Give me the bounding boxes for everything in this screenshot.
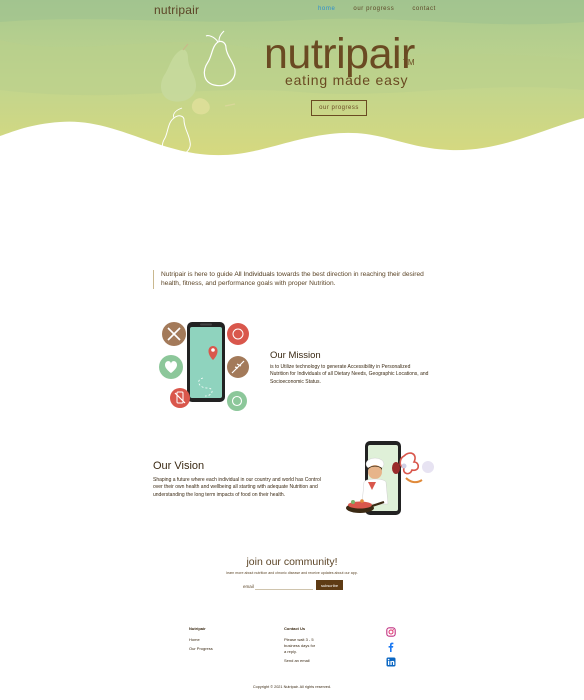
nav-our-progress[interactable]: our progress bbox=[353, 6, 394, 12]
hero-tagline: eating made easy bbox=[285, 72, 409, 88]
trademark-symbol: TM bbox=[403, 58, 415, 67]
linkedin-icon[interactable] bbox=[386, 657, 396, 667]
instagram-icon[interactable] bbox=[386, 627, 396, 637]
email-label: email bbox=[243, 584, 254, 589]
intro-statement: Nutripair is here to guide All Individua… bbox=[153, 270, 431, 289]
footer-contact-note-line-3: a reply. bbox=[284, 649, 297, 654]
facebook-icon[interactable] bbox=[386, 642, 396, 652]
brain-icon bbox=[227, 323, 249, 345]
chef-phone-illustration bbox=[346, 441, 434, 515]
vision-title: Our Vision bbox=[153, 460, 205, 472]
footer-send-email-link[interactable]: Send an email bbox=[284, 658, 310, 664]
footer-contact-note-line-2: business days for bbox=[284, 643, 316, 648]
nav-home[interactable]: home bbox=[318, 6, 335, 12]
refresh-icon bbox=[227, 391, 247, 411]
join-community-title: join our community! bbox=[246, 556, 338, 568]
intro-text-start: Nutripair is here to guide bbox=[161, 271, 235, 278]
subscribe-button[interactable]: subscribe bbox=[316, 580, 343, 590]
mission-illustration bbox=[159, 322, 249, 411]
email-input[interactable] bbox=[255, 580, 313, 590]
intro-highlight: All Individuals bbox=[234, 271, 275, 278]
mission-text: is to Utilize technology to generate Acc… bbox=[270, 364, 429, 385]
footer-contact-heading: Contact Us bbox=[284, 626, 306, 631]
header-brand[interactable]: nutripair bbox=[154, 3, 199, 17]
footer-link-our-progress[interactable]: Our Progress bbox=[189, 646, 213, 652]
footer-contact-note-line-1: Please wait 3 - 5 bbox=[284, 637, 314, 642]
main-nav: home our progress contact bbox=[318, 6, 454, 12]
mission-title: Our Mission bbox=[270, 350, 321, 361]
copyright-notice: Copyright © 2021 Nutripair. All rights r… bbox=[252, 685, 332, 689]
join-community-subtitle: learn more about nutrition and chronic d… bbox=[226, 571, 358, 575]
footer-link-home[interactable]: Home bbox=[189, 637, 200, 643]
footer-brand-heading: Nutripair bbox=[189, 626, 206, 631]
nav-contact[interactable]: contact bbox=[412, 6, 436, 12]
vision-text: Shaping a future where each individual i… bbox=[153, 477, 321, 498]
our-progress-button[interactable]: our progress bbox=[311, 100, 367, 116]
